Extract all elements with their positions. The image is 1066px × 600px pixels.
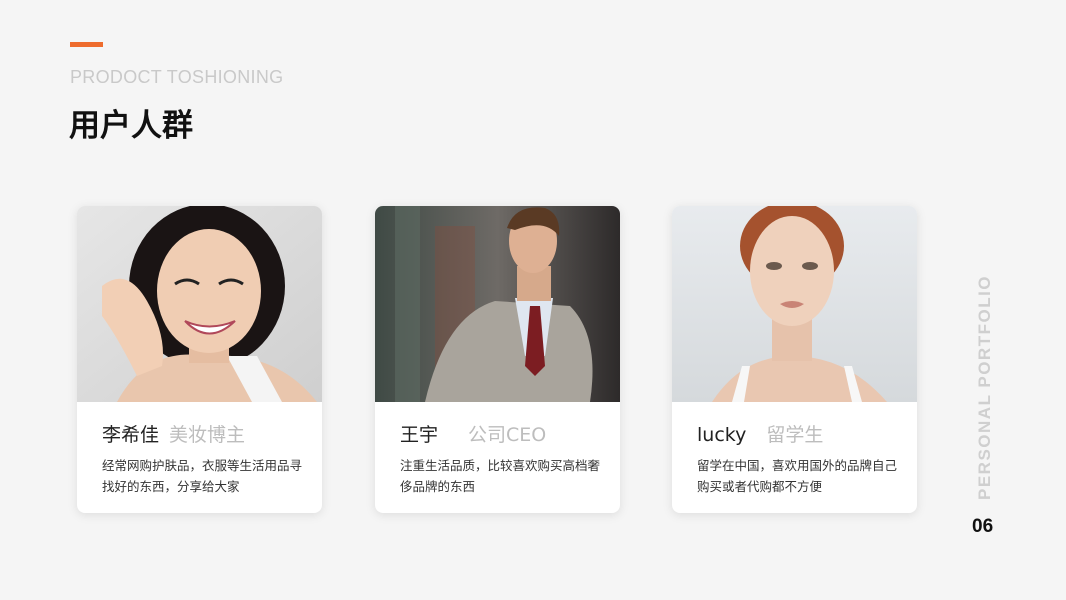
user-description: 留学在中国，喜欢用国外的品牌自己购买或者代购都不方便 bbox=[697, 458, 898, 494]
section-subtitle: PRODOCT TOSHIONING bbox=[70, 67, 284, 87]
vertical-portfolio-label: PERSONAL PORTFOLIO bbox=[975, 274, 994, 500]
page-number: 06 bbox=[972, 516, 994, 537]
user-name: 王宇 bbox=[400, 424, 439, 446]
user-description: 经常网购护肤品，衣服等生活用品寻找好的东西，分享给大家 bbox=[102, 458, 303, 494]
user-name-row-2: 王宇 公司CEO bbox=[400, 420, 546, 447]
user-name-row-1: 李希佳 美妆博主 bbox=[102, 420, 245, 447]
user-role: 留学生 bbox=[766, 424, 824, 446]
user-description: 注重生活品质，比较喜欢购买高档奢侈品牌的东西 bbox=[400, 458, 601, 494]
user-card-2: 王宇 公司CEO 注重生活品质，比较喜欢购买高档奢侈品牌的东西 bbox=[375, 206, 620, 513]
user-role: 公司CEO bbox=[468, 424, 547, 446]
user-name: lucky bbox=[697, 424, 747, 446]
user-card-3: lucky 留学生 留学在中国，喜欢用国外的品牌自己购买或者代购都不方便 bbox=[672, 206, 917, 513]
user-role: 美妆博主 bbox=[169, 424, 246, 446]
user-photo-3 bbox=[672, 206, 917, 402]
page-title: 用户人群 bbox=[69, 108, 193, 144]
user-photo-2 bbox=[375, 206, 620, 402]
user-name: 李希佳 bbox=[102, 424, 160, 446]
user-name-row-3: lucky 留学生 bbox=[697, 420, 823, 447]
user-card-1: 李希佳 美妆博主 经常网购护肤品，衣服等生活用品寻找好的东西，分享给大家 bbox=[77, 206, 322, 513]
accent-bar bbox=[70, 42, 103, 47]
user-photo-1 bbox=[77, 206, 322, 402]
